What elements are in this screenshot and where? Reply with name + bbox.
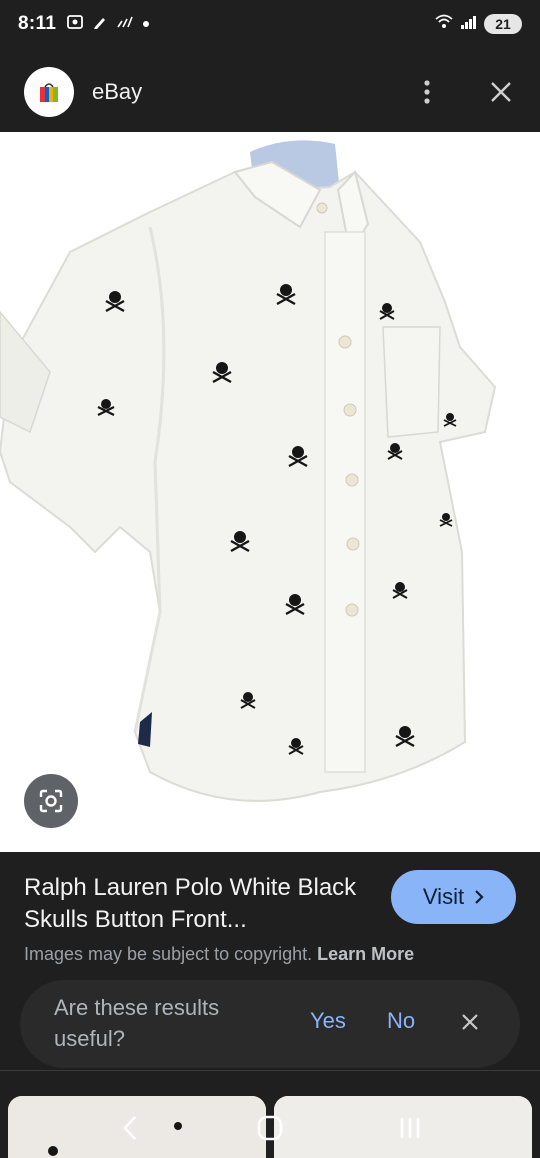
pen-icon <box>92 14 108 35</box>
visit-button[interactable]: Visit <box>391 870 516 924</box>
status-bar: 8:11 21 <box>0 0 540 48</box>
cell-signal-icon <box>460 14 478 35</box>
header: eBay <box>0 52 540 132</box>
back-icon[interactable] <box>110 1108 150 1148</box>
screenshot-icon <box>66 13 84 36</box>
chevron-right-icon <box>474 884 484 910</box>
visit-label: Visit <box>422 884 465 909</box>
home-icon[interactable] <box>250 1108 290 1148</box>
ebay-logo-icon <box>24 67 74 117</box>
wifi-icon <box>434 14 454 35</box>
learn-more-link[interactable]: Learn More <box>317 944 414 964</box>
product-title[interactable]: Ralph Lauren Polo White Black Skulls But… <box>24 872 364 936</box>
feedback-no-button[interactable]: No <box>387 1008 415 1034</box>
more-options-icon[interactable] <box>412 77 442 107</box>
page: 8:11 21 eBay Ralph Lauren Polo White Bla… <box>0 0 540 1158</box>
recents-icon[interactable] <box>390 1108 430 1148</box>
divider <box>0 1070 540 1071</box>
status-right: 21 <box>434 14 522 35</box>
header-actions <box>412 77 516 107</box>
shirt-image <box>0 140 497 802</box>
site-name: eBay <box>92 79 143 104</box>
copyright-notice: Images may be subject to copyright. Lear… <box>24 944 414 965</box>
signal-no-icon <box>116 15 134 34</box>
close-icon[interactable] <box>456 1008 484 1036</box>
status-left-icons <box>66 13 150 36</box>
system-nav-bar <box>0 1098 540 1158</box>
product-info: Ralph Lauren Polo White Black Skulls But… <box>0 852 540 982</box>
copyright-text: Images may be subject to copyright. <box>24 944 313 964</box>
dot-icon <box>142 15 150 33</box>
feedback-question: Are these results useful? <box>54 995 220 1051</box>
close-icon[interactable] <box>486 77 516 107</box>
google-lens-icon[interactable] <box>24 774 78 828</box>
battery-indicator: 21 <box>484 14 522 34</box>
status-time: 8:11 <box>18 13 57 34</box>
product-image[interactable] <box>0 132 540 852</box>
feedback-card: Are these results useful? Yes No <box>20 980 520 1068</box>
feedback-yes-button[interactable]: Yes <box>310 1008 346 1034</box>
